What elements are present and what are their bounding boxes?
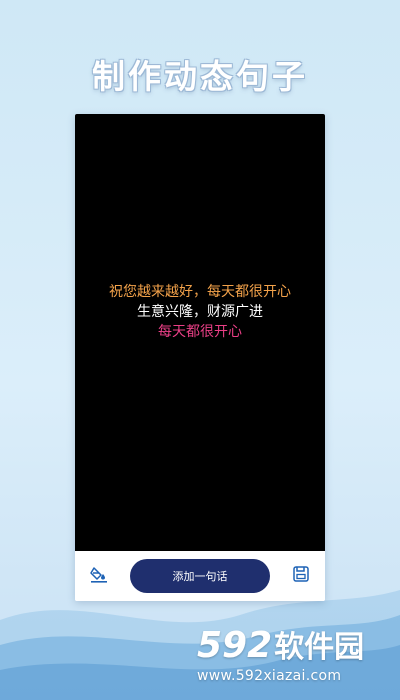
- brand-mark: 592 软件园: [197, 628, 397, 664]
- sentence-line-3: 每天都很开心: [158, 324, 242, 340]
- watermark-logo: 592 软件园 www.592xiazai.com: [197, 628, 397, 698]
- sentence-list: 祝您越来越好，每天都很开心 生意兴隆，财源广进 每天都很开心: [75, 282, 325, 342]
- page-headline: 制作动态句子: [92, 57, 308, 96]
- sentence-line-1: 祝您越来越好，每天都很开心: [109, 284, 291, 300]
- brand-url: www.592xiazai.com: [197, 668, 342, 684]
- add-sentence-button[interactable]: 添加一句话: [130, 559, 270, 593]
- phone-preview-frame: 祝您越来越好，每天都很开心 生意兴隆，财源广进 每天都很开心 添加一句话: [75, 114, 325, 601]
- sentence-preview-canvas: 祝您越来越好，每天都很开心 生意兴隆，财源广进 每天都很开心: [75, 114, 325, 551]
- save-icon[interactable]: [290, 563, 312, 585]
- bottom-toolbar: 添加一句话: [75, 551, 325, 601]
- sentence-line-2: 生意兴隆，财源广进: [137, 304, 263, 320]
- paint-bucket-icon[interactable]: [88, 563, 110, 585]
- brand-number: 592: [197, 625, 273, 666]
- brand-name: 软件园: [274, 630, 365, 665]
